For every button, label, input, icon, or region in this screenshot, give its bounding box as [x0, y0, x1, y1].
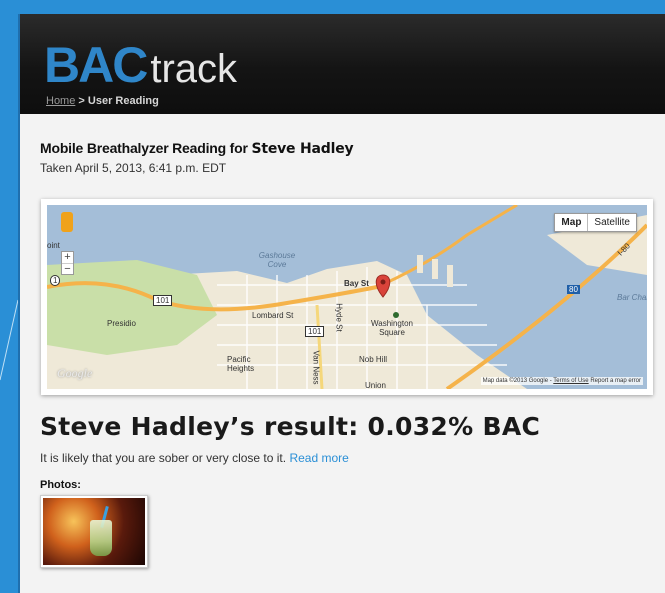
- map-attribution: Map data ©2013 Google - Terms of Use Rep…: [480, 377, 643, 385]
- zoom-control: + −: [61, 251, 74, 275]
- breadcrumb-current: User Reading: [87, 95, 159, 107]
- map-label-lombard-st: Lombard St: [252, 311, 294, 320]
- route-101-shield: 101: [153, 295, 173, 306]
- map-label-point: oint: [47, 241, 60, 250]
- read-more-link[interactable]: Read more: [289, 451, 348, 465]
- report-map-error-link[interactable]: Report a map error: [590, 378, 641, 384]
- map-label-nob-hill: Nob Hill: [359, 355, 388, 364]
- map-label-washington-square: Washington Square: [371, 319, 413, 337]
- page-container: BAC track Home > User Reading Mobile Bre…: [18, 14, 665, 593]
- map-type-satellite-button[interactable]: Satellite: [588, 214, 636, 231]
- main-content: Mobile Breathalyzer Reading for Steve Ha…: [20, 140, 665, 568]
- photo-thumbnail[interactable]: [40, 495, 148, 568]
- bac-result-heading: Steve Hadley’s result: 0.032% BAC: [40, 412, 541, 441]
- map-label-bar-channel: Bar Chan: [617, 293, 647, 302]
- breadcrumb-home-link[interactable]: Home: [46, 95, 75, 107]
- result-description-text: It is likely that you are sober or very …: [40, 451, 287, 465]
- breadcrumb-separator: >: [78, 95, 85, 107]
- map-label-gashouse-cove: Gashouse Cove: [258, 251, 296, 269]
- map-data-credit: Map data ©2013 Google: [482, 378, 549, 384]
- reading-title: Mobile Breathalyzer Reading for Steve Ha…: [40, 140, 645, 157]
- location-map[interactable]: + − Map Satellite oint Gashouse Cove Bay…: [41, 199, 653, 395]
- reading-timestamp: Taken April 5, 2013, 6:41 p.m. EDT: [40, 161, 227, 175]
- route-80-shield: 80: [567, 285, 580, 294]
- reading-title-prefix: Mobile Breathalyzer Reading for: [40, 140, 248, 156]
- result-description: It is likely that you are sober or very …: [40, 451, 645, 465]
- map-label-union: Union: [365, 381, 386, 389]
- route-101-shield-2: 101: [305, 326, 325, 337]
- breadcrumb: Home > User Reading: [46, 95, 159, 107]
- map-label-van-ness: Van Ness: [311, 350, 321, 385]
- map-graphic: [47, 205, 647, 389]
- map-label-pacific-heights: Pacific Heights: [227, 355, 255, 373]
- map-label-bay-st: Bay St: [344, 279, 369, 288]
- map-type-map-button[interactable]: Map: [555, 214, 589, 231]
- map-label-presidio: Presidio: [107, 319, 136, 328]
- google-logo[interactable]: Google: [57, 366, 92, 381]
- site-header: BAC track Home > User Reading: [20, 14, 665, 114]
- zoom-in-button[interactable]: +: [62, 252, 73, 263]
- zoom-out-button[interactable]: −: [62, 263, 73, 275]
- map-label-hyde-st: Hyde St: [334, 303, 344, 332]
- street-view-pegman-icon[interactable]: [61, 212, 73, 232]
- reading-user-name: Steve Hadley: [251, 141, 354, 157]
- logo-bac-text: BAC: [44, 37, 148, 93]
- drink-photo-image: [43, 498, 145, 565]
- glass-shape: [90, 520, 112, 556]
- terms-of-use-link[interactable]: Terms of Use: [553, 378, 588, 384]
- map-type-control: Map Satellite: [554, 213, 637, 232]
- photos-label: Photos:: [40, 479, 81, 491]
- logo-track-text: track: [150, 47, 238, 91]
- map-canvas[interactable]: + − Map Satellite oint Gashouse Cove Bay…: [47, 205, 647, 389]
- bactrack-logo[interactable]: BAC track: [44, 36, 237, 94]
